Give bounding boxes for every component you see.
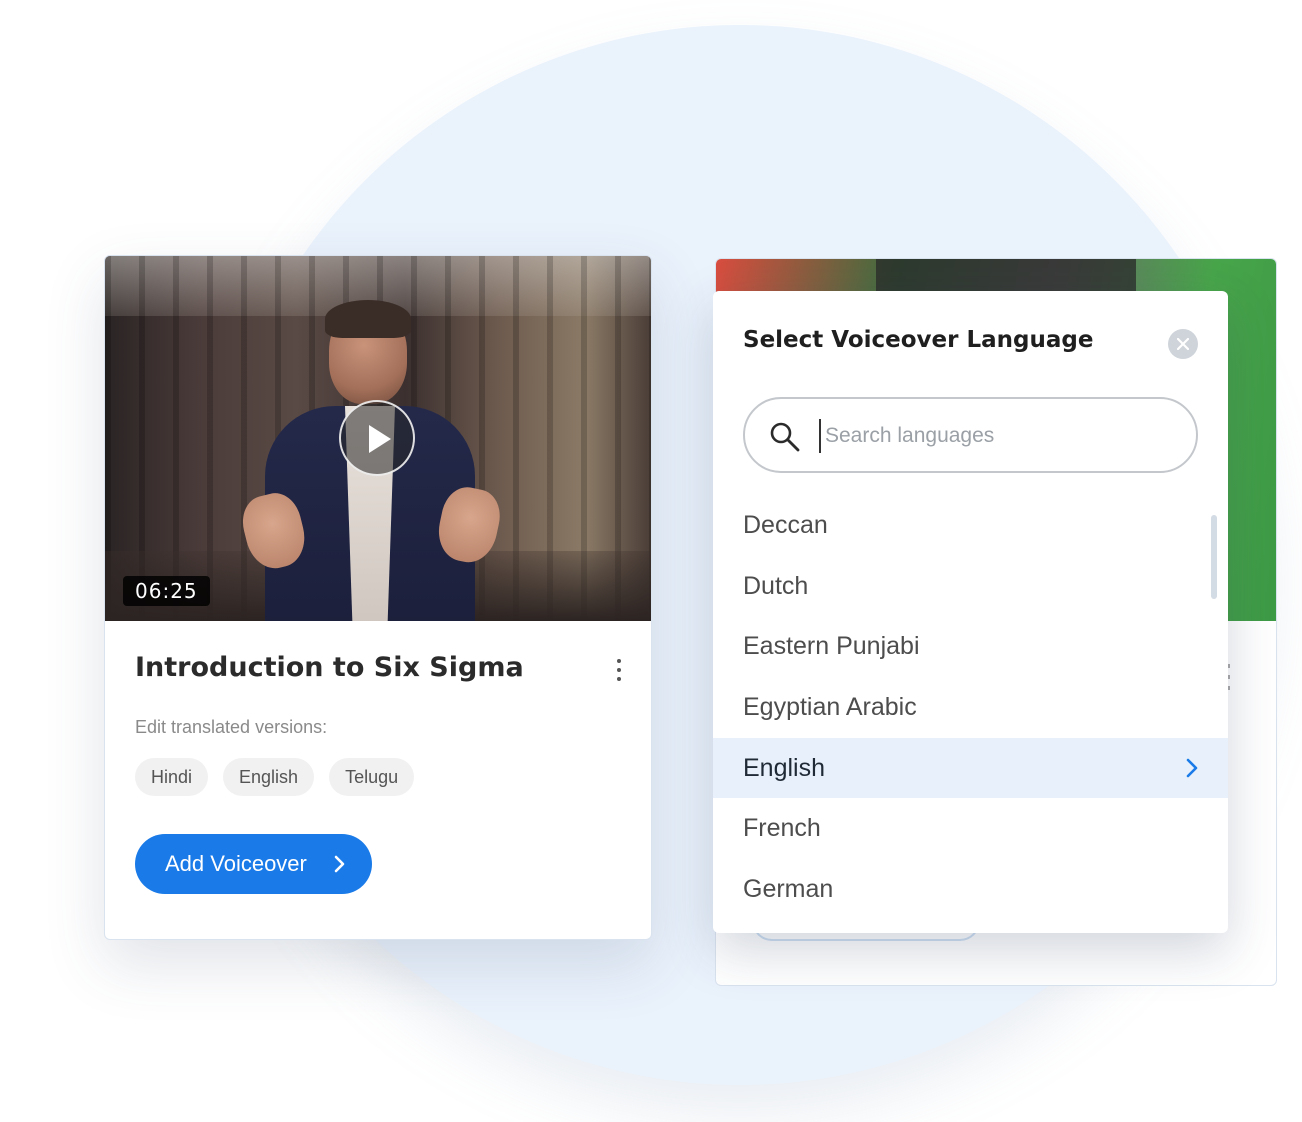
translation-chip-hindi[interactable]: Hindi [135,758,209,796]
dialog-title: Select Voiceover Language [743,327,1094,353]
presenter-hair [325,300,411,338]
language-option-english[interactable]: English [713,737,1228,799]
close-icon [1177,338,1189,350]
close-button[interactable] [1168,329,1198,359]
voiceover-language-dialog: Select Voiceover Language Deccan Dutch E… [713,291,1228,933]
translation-chip-english[interactable]: English [223,758,315,796]
play-button[interactable] [339,400,415,476]
video-duration: 06:25 [123,576,210,606]
language-option-german[interactable]: German [713,859,1228,920]
edit-translations-label: Edit translated versions: [135,717,328,737]
language-list: Deccan Dutch Eastern Punjabi Egyptian Ar… [713,495,1228,920]
add-voiceover-label: Add Voiceover [165,851,307,876]
add-voiceover-button[interactable]: Add Voiceover [135,834,372,894]
kebab-menu-icon[interactable] [610,658,628,684]
language-option-french[interactable]: French [713,798,1228,859]
language-option-eastern-punjabi[interactable]: Eastern Punjabi [713,616,1228,677]
language-option-egyptian-arabic[interactable]: Egyptian Arabic [713,677,1228,738]
chevron-right-icon [334,855,345,873]
language-search-input[interactable] [819,419,1185,453]
search-icon [770,422,800,452]
video-card: 06:25 Introduction to Six Sigma Edit tra… [104,255,652,940]
translation-chip-telugu[interactable]: Telugu [329,758,415,796]
video-title: Introduction to Six Sigma [135,652,524,683]
stage: 06:25 Introduction to Six Sigma Edit tra… [0,0,1302,1122]
language-option-deccan[interactable]: Deccan [713,495,1228,556]
chevron-right-icon [1186,758,1198,778]
video-thumbnail[interactable]: 06:25 [105,256,651,621]
translation-chips: Hindi English Telugu [135,758,415,796]
play-icon [369,425,391,453]
language-option-label: English [743,753,825,782]
language-list-scrollbar[interactable] [1211,515,1217,599]
language-option-dutch[interactable]: Dutch [713,556,1228,617]
language-search-box[interactable] [743,397,1198,473]
